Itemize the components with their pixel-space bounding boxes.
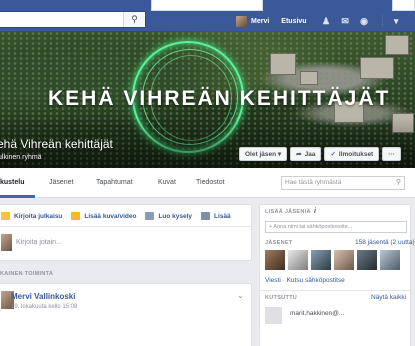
divider bbox=[381, 15, 383, 27]
pencil-icon bbox=[1, 212, 10, 220]
invite-email-link[interactable]: Kutsu sähköpostitse bbox=[287, 277, 345, 284]
poll-icon bbox=[145, 212, 155, 220]
member-avatar[interactable] bbox=[334, 250, 354, 270]
building-image bbox=[300, 71, 318, 85]
friends-icon[interactable]: ♟ bbox=[321, 16, 332, 26]
search-icon[interactable]: ⚲ bbox=[123, 12, 145, 27]
search-icon[interactable]: ⚲ bbox=[396, 177, 401, 189]
composer-actions: Kirjoita julkaisu Lisää kuva/video Luo k… bbox=[1, 212, 240, 220]
group-privacy: ulkinen ryhmä bbox=[0, 154, 42, 161]
globe-icon[interactable]: ◉ bbox=[359, 16, 370, 26]
tab-members[interactable]: Jäsenet bbox=[49, 179, 74, 186]
cover-photo: KEHÄ VIHREÄN KEHITTÄJÄT ehä Vihreän kehi… bbox=[0, 31, 415, 168]
more-options-label: Lisää bbox=[214, 212, 231, 220]
member-avatar[interactable] bbox=[288, 250, 308, 270]
add-members-heading: LISÄÄ JÄSENIÄ bbox=[265, 209, 311, 215]
member-avatar[interactable] bbox=[357, 250, 377, 270]
group-search-placeholder: Hae tästä ryhmästä bbox=[285, 179, 342, 186]
tab-photos[interactable]: Kuvat bbox=[158, 179, 176, 186]
group-search-input[interactable]: Hae tästä ryhmästä ⚲ bbox=[281, 176, 405, 190]
top-overlay-panel bbox=[392, 0, 415, 11]
add-member-input[interactable]: + Anna nimi tai sähköpostiosoite... bbox=[265, 221, 407, 233]
member-avatars bbox=[265, 250, 400, 270]
joined-button[interactable]: Olet jäsen ▾ bbox=[239, 147, 288, 161]
building-image bbox=[360, 57, 394, 79]
create-poll-button[interactable]: Luo kysely bbox=[145, 212, 192, 220]
member-avatar[interactable] bbox=[265, 250, 285, 270]
group-tabs: kustelu Jäsenet Tapahtumat Kuvat Tiedost… bbox=[0, 168, 415, 198]
avatar bbox=[265, 307, 282, 324]
search-input[interactable]: ⚲ bbox=[0, 11, 146, 28]
members-heading: JÄSENET bbox=[265, 240, 293, 246]
active-tab-indicator bbox=[0, 195, 35, 198]
list-icon bbox=[201, 212, 211, 220]
check-icon: ✓ bbox=[330, 151, 336, 158]
divider bbox=[0, 226, 251, 227]
top-overlay-panel bbox=[151, 0, 263, 11]
share-icon: ➦ bbox=[296, 151, 302, 158]
tab-events[interactable]: Tapahtumat bbox=[96, 179, 133, 186]
member-avatar[interactable] bbox=[311, 250, 331, 270]
cover-title: KEHÄ VIHREÄN KEHITTÄJÄT bbox=[48, 87, 391, 110]
top-user-area: Mervi Etusivu ♟ ✉ ◉ ▾ bbox=[236, 14, 410, 28]
feed-post: Mervi Vallinkoski 19. lokakuuta kello 15… bbox=[0, 283, 252, 346]
more-options-button[interactable]: Lisää bbox=[201, 212, 231, 220]
photo-icon bbox=[71, 212, 81, 220]
cover-actions: Olet jäsen ▾ ➦ Jaa ✓ Ilmoitukset ··· bbox=[239, 147, 401, 161]
tab-files[interactable]: Tiedostot bbox=[196, 179, 225, 186]
post-author[interactable]: Mervi Vallinkoski bbox=[11, 292, 75, 301]
invited-person: marit.hakkinen@... bbox=[290, 310, 345, 317]
member-avatar[interactable] bbox=[380, 250, 400, 270]
create-poll-label: Luo kysely bbox=[158, 212, 193, 220]
avatar[interactable] bbox=[236, 15, 247, 27]
message-link[interactable]: Viesti bbox=[265, 277, 281, 284]
account-menu-icon[interactable]: ▾ bbox=[391, 16, 402, 26]
post-composer: Kirjoita julkaisu Lisää kuva/video Luo k… bbox=[0, 204, 252, 261]
notifications-button[interactable]: ✓ Ilmoitukset bbox=[324, 147, 380, 161]
member-actions: Viesti · Kutsu sähköpostitse bbox=[265, 277, 345, 284]
members-count-link[interactable]: 158 jäsentä (2 uutta) bbox=[355, 239, 415, 246]
add-photo-button[interactable]: Lisää kuva/video bbox=[71, 212, 136, 220]
recent-activity-heading: KAINEN TOIMINTA bbox=[0, 271, 54, 277]
composer-input[interactable]: Kirjoita jotain... bbox=[16, 239, 62, 246]
show-all-link[interactable]: Näytä kaikki bbox=[371, 294, 406, 301]
more-button[interactable]: ··· bbox=[382, 147, 401, 161]
building-image bbox=[270, 53, 296, 75]
profile-link[interactable]: Mervi bbox=[251, 18, 269, 25]
group-name[interactable]: ehä Vihreän kehittäjät bbox=[0, 137, 113, 151]
share-label: Jaa bbox=[304, 150, 316, 158]
chevron-down-icon[interactable]: ⌄ bbox=[237, 291, 244, 300]
messages-icon[interactable]: ✉ bbox=[340, 16, 351, 26]
top-navigation-bar: ⚲ Mervi Etusivu ♟ ✉ ◉ ▾ bbox=[0, 0, 415, 31]
tab-discussion[interactable]: kustelu bbox=[0, 179, 25, 186]
share-button[interactable]: ➦ Jaa bbox=[290, 147, 322, 161]
notifications-label: Ilmoitukset bbox=[338, 150, 374, 158]
post-timestamp[interactable]: 19. lokakuuta kello 15:08 bbox=[11, 304, 77, 310]
building-image bbox=[385, 35, 409, 55]
info-icon[interactable]: i bbox=[314, 208, 316, 215]
invited-heading: KUTSUTTU bbox=[265, 295, 298, 301]
add-photo-label: Lisää kuva/video bbox=[84, 212, 137, 220]
write-post-button[interactable]: Kirjoita julkaisu bbox=[1, 212, 62, 220]
write-post-label: Kirjoita julkaisu bbox=[14, 212, 63, 220]
avatar bbox=[1, 234, 12, 251]
divider bbox=[260, 290, 410, 291]
home-link[interactable]: Etusivu bbox=[281, 18, 306, 25]
right-sidebar: LISÄÄ JÄSENIÄ i + Anna nimi tai sähköpos… bbox=[259, 204, 415, 346]
